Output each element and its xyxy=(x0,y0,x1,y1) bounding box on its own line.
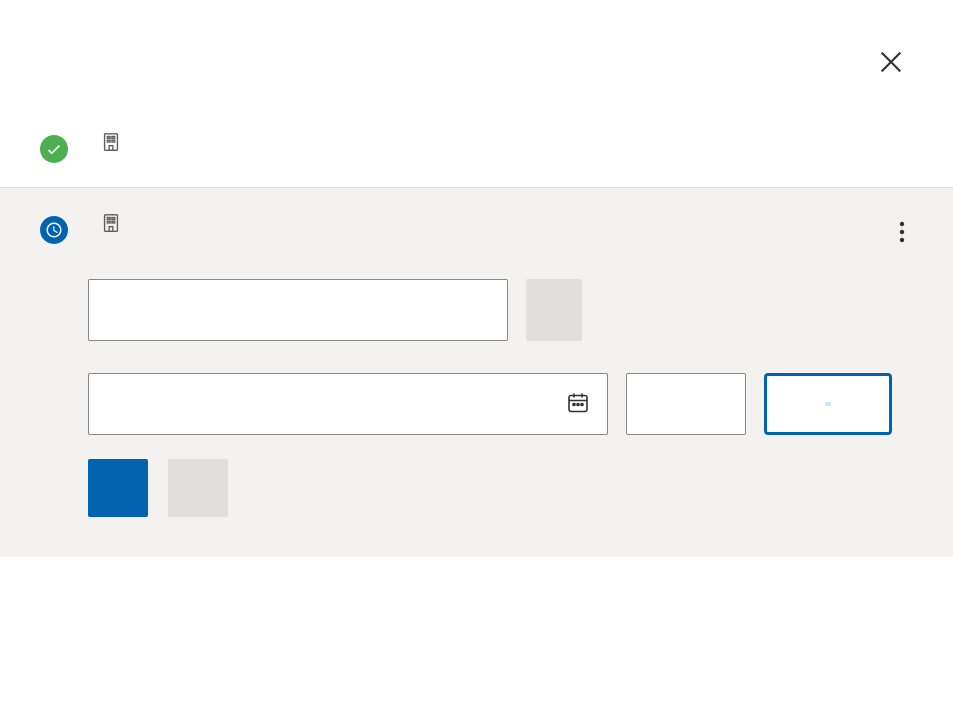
close-button[interactable] xyxy=(869,40,913,87)
date-input[interactable] xyxy=(88,373,608,435)
comment-input[interactable] xyxy=(88,279,508,341)
more-vertical-icon xyxy=(899,220,905,244)
cancel-button[interactable] xyxy=(168,459,228,517)
minutes-selected-value xyxy=(825,402,831,406)
comment-action-row xyxy=(88,279,913,341)
hours-field-group xyxy=(626,365,746,435)
check-pre-approval xyxy=(0,188,953,557)
reject-button[interactable] xyxy=(526,279,582,341)
clock-icon xyxy=(45,221,63,239)
calendar-picker-button[interactable] xyxy=(562,387,594,422)
check-title-row xyxy=(88,131,913,153)
datetime-row xyxy=(88,365,913,435)
checkmark-icon xyxy=(45,140,63,158)
success-status-icon xyxy=(40,135,68,163)
check-branch-control xyxy=(0,107,953,188)
date-field-group xyxy=(88,365,608,435)
check-content xyxy=(88,131,913,157)
more-options-button[interactable] xyxy=(891,212,913,255)
panel-header xyxy=(0,0,953,107)
minutes-field-group xyxy=(764,365,892,435)
waiting-status-icon xyxy=(40,216,68,244)
close-icon xyxy=(877,48,905,76)
calendar-icon xyxy=(566,391,590,415)
minutes-input[interactable] xyxy=(764,373,892,435)
approve-and-defer-button[interactable] xyxy=(88,459,148,517)
date-input-wrapper xyxy=(88,373,608,435)
check-content xyxy=(88,212,913,517)
button-row xyxy=(88,459,913,517)
environment-icon xyxy=(100,131,122,153)
environment-icon xyxy=(100,212,122,234)
hours-input[interactable] xyxy=(626,373,746,435)
check-title-row xyxy=(88,212,891,234)
